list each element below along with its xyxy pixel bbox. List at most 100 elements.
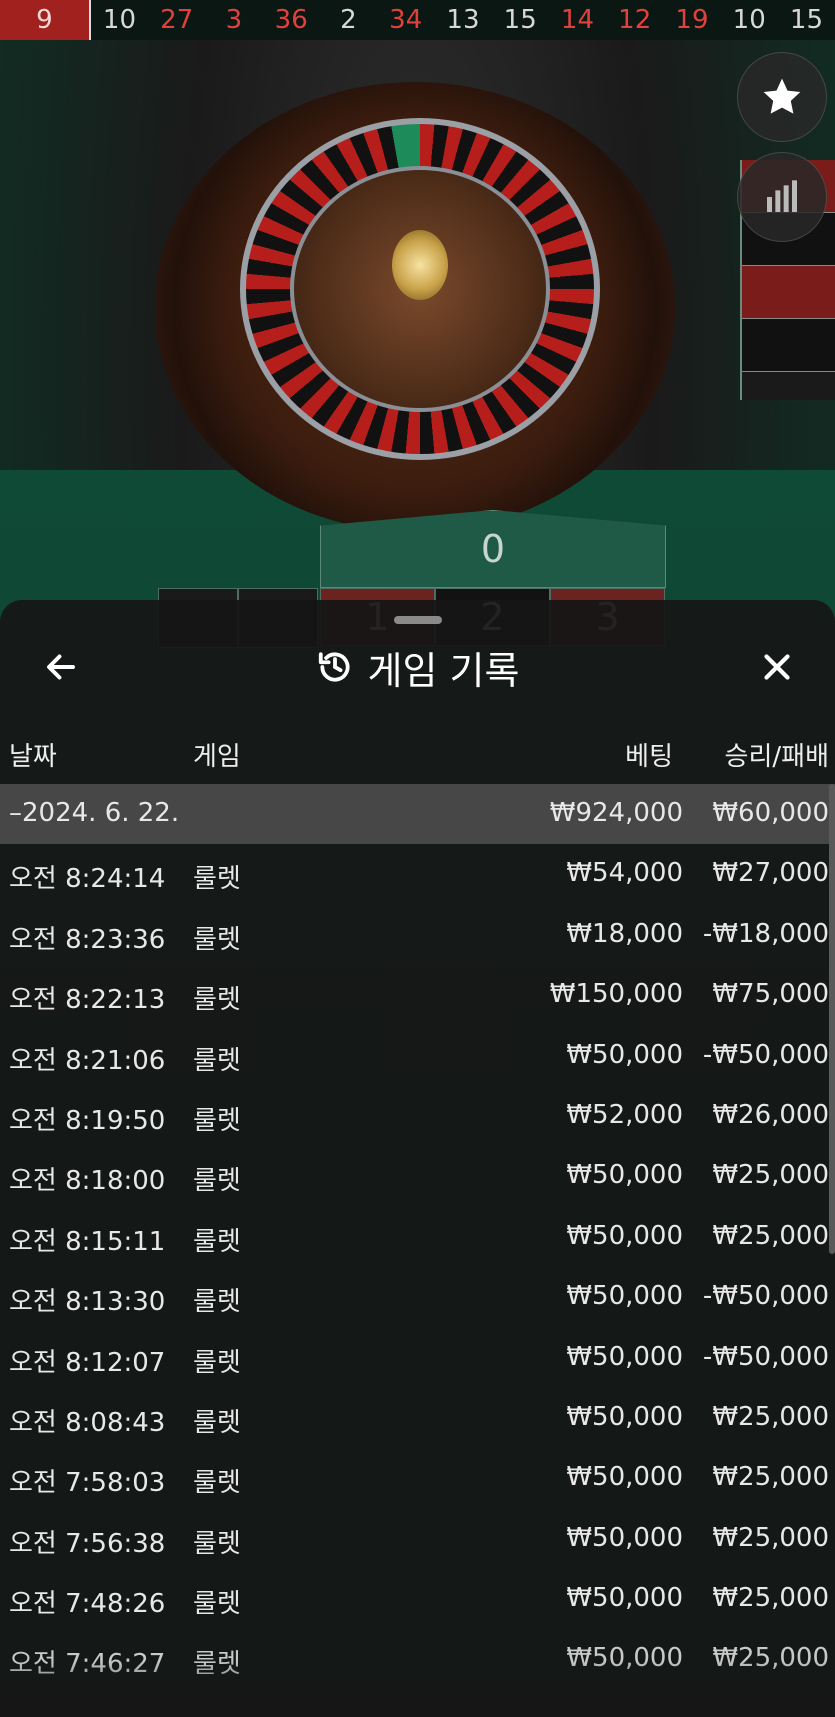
row-time: 오전 8:15:11 xyxy=(9,1226,166,1257)
racetrack-cell xyxy=(742,266,835,319)
row-win-loss: ₩27,000 xyxy=(712,858,829,889)
row-bet: ₩50,000 xyxy=(566,1281,683,1312)
row-bet: ₩50,000 xyxy=(566,1220,683,1251)
row-bet: ₩50,000 xyxy=(566,1160,683,1191)
result-number: 9 xyxy=(0,0,91,40)
row-win-loss: ₩25,000 xyxy=(712,1583,829,1614)
scrollbar[interactable] xyxy=(829,784,835,1254)
row-bet: ₩50,000 xyxy=(566,1462,683,1493)
table-row[interactable]: 오전 8:23:36 룰렛 ₩18,000 -₩18,000 xyxy=(0,905,835,965)
table-row[interactable]: 오전 8:08:43 룰렛 ₩50,000 ₩25,000 xyxy=(0,1388,835,1448)
roulette-spindle xyxy=(392,230,448,300)
row-game: 룰렛 xyxy=(193,864,241,895)
row-time: 오전 8:19:50 xyxy=(9,1105,166,1136)
summary-bet: ₩924,000 xyxy=(549,798,683,828)
summary-date: –2024. 6. 22. xyxy=(9,798,180,828)
row-bet: ₩150,000 xyxy=(549,979,683,1010)
row-win-loss: ₩25,000 xyxy=(712,1401,829,1432)
result-number: 3 xyxy=(225,5,243,35)
table-row[interactable]: 오전 7:48:26 룰렛 ₩50,000 ₩25,000 xyxy=(0,1569,835,1629)
result-number: 15 xyxy=(789,5,823,35)
close-button[interactable] xyxy=(752,642,802,692)
row-win-loss: ₩25,000 xyxy=(712,1462,829,1493)
row-bet: ₩54,000 xyxy=(566,858,683,889)
summary-win-loss: ₩60,000 xyxy=(712,798,829,828)
row-win-loss: ₩26,000 xyxy=(712,1099,829,1130)
row-bet: ₩50,000 xyxy=(566,1583,683,1614)
result-number: 14 xyxy=(560,5,594,35)
result-number: 15 xyxy=(503,5,537,35)
table-row[interactable]: 오전 8:24:14 룰렛 ₩54,000 ₩27,000 xyxy=(0,844,835,904)
star-icon xyxy=(763,78,801,114)
row-game: 룰렛 xyxy=(193,1407,241,1438)
history-icon xyxy=(318,652,350,682)
row-win-loss: ₩25,000 xyxy=(712,1220,829,1251)
statistics-button[interactable] xyxy=(737,152,827,242)
row-bet: ₩50,000 xyxy=(566,1522,683,1553)
row-time: 오전 8:24:14 xyxy=(9,864,166,895)
bet-cell-label: 0 xyxy=(480,527,506,571)
row-game: 룰렛 xyxy=(193,924,241,955)
table-row[interactable]: 오전 8:21:06 룰렛 ₩50,000 -₩50,000 xyxy=(0,1026,835,1086)
column-header-win-loss: 승리/패배 xyxy=(724,742,829,772)
row-game: 룰렛 xyxy=(193,1166,241,1197)
column-header-game: 게임 xyxy=(193,742,241,772)
row-bet: ₩18,000 xyxy=(566,918,683,949)
row-time: 오전 8:22:13 xyxy=(9,985,166,1016)
column-header-date: 날짜 xyxy=(9,742,57,772)
table-row[interactable]: 오전 8:19:50 룰렛 ₩52,000 ₩26,000 xyxy=(0,1086,835,1146)
racetrack-cell xyxy=(742,319,835,372)
table-row[interactable]: 오전 7:58:03 룰렛 ₩50,000 ₩25,000 xyxy=(0,1448,835,1508)
row-game: 룰렛 xyxy=(193,1105,241,1136)
table-row[interactable]: 오전 8:15:11 룰렛 ₩50,000 ₩25,000 xyxy=(0,1207,835,1267)
sheet-title-group: 게임 기록 xyxy=(0,642,835,693)
row-bet: ₩52,000 xyxy=(566,1099,683,1130)
table-row[interactable]: 오전 8:18:00 룰렛 ₩50,000 ₩25,000 xyxy=(0,1146,835,1206)
result-number: 19 xyxy=(675,5,709,35)
row-time: 오전 8:21:06 xyxy=(9,1045,166,1076)
bet-cell-zero[interactable]: 0 xyxy=(320,510,666,588)
row-time: 오전 8:23:36 xyxy=(9,924,166,955)
result-number: 10 xyxy=(732,5,766,35)
result-number: 34 xyxy=(389,5,423,35)
history-table-body: –2024. 6. 22. ₩924,000 ₩60,000 오전 8:24:1… xyxy=(0,784,835,1690)
row-game: 룰렛 xyxy=(193,985,241,1016)
history-table-header: 날짜 게임 베팅 승리/패배 xyxy=(0,728,835,778)
column-header-bet: 베팅 xyxy=(625,742,673,772)
row-game: 룰렛 xyxy=(193,1347,241,1378)
result-number: 36 xyxy=(274,5,308,35)
row-bet: ₩50,000 xyxy=(566,1341,683,1372)
result-number: 2 xyxy=(340,5,357,35)
row-game: 룰렛 xyxy=(193,1528,241,1559)
table-row[interactable]: 오전 8:13:30 룰렛 ₩50,000 -₩50,000 xyxy=(0,1267,835,1327)
row-win-loss: -₩50,000 xyxy=(702,1341,829,1372)
table-row[interactable]: 오전 7:56:38 룰렛 ₩50,000 ₩25,000 xyxy=(0,1509,835,1569)
sheet-drag-handle[interactable] xyxy=(394,616,442,624)
row-bet: ₩50,000 xyxy=(566,1039,683,1070)
sheet-header: 게임 기록 xyxy=(0,632,835,702)
close-icon xyxy=(764,654,790,680)
table-row[interactable]: 오전 8:22:13 룰렛 ₩150,000 ₩75,000 xyxy=(0,965,835,1025)
row-game: 룰렛 xyxy=(193,1287,241,1318)
table-row[interactable]: 오전 8:12:07 룰렛 ₩50,000 -₩50,000 xyxy=(0,1328,835,1388)
row-game: 룰렛 xyxy=(193,1589,241,1620)
stats-icon xyxy=(767,180,797,212)
favorite-button[interactable] xyxy=(737,52,827,142)
row-win-loss: ₩75,000 xyxy=(712,979,829,1010)
result-number: 27 xyxy=(160,5,194,35)
row-time: 오전 8:13:30 xyxy=(9,1287,166,1318)
row-win-loss: -₩18,000 xyxy=(702,918,829,949)
result-number: 12 xyxy=(618,5,652,35)
date-summary-row[interactable]: –2024. 6. 22. ₩924,000 ₩60,000 xyxy=(0,784,835,845)
list-fade-overlay xyxy=(0,1660,835,1717)
sheet-title: 게임 기록 xyxy=(367,648,520,693)
row-time: 오전 8:08:43 xyxy=(9,1407,166,1438)
row-time: 오전 7:56:38 xyxy=(9,1528,166,1559)
row-game: 룰렛 xyxy=(193,1226,241,1257)
row-time: 오전 8:12:07 xyxy=(9,1347,166,1378)
row-game: 룰렛 xyxy=(193,1468,241,1499)
recent-results-strip: 9 10 27 3 36 2 34 13 15 14 12 19 10 15 xyxy=(0,0,835,40)
row-time: 오전 7:58:03 xyxy=(9,1468,166,1499)
result-number: 13 xyxy=(446,5,480,35)
result-number: 10 xyxy=(102,5,136,35)
